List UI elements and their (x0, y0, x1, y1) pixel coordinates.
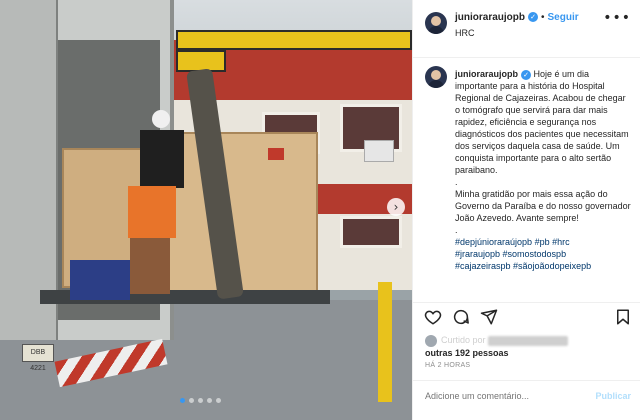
carousel-dot (216, 398, 221, 403)
follow-button[interactable]: Seguir (548, 12, 579, 23)
caption-paragraph: Hoje é um dia importante para a história… (455, 69, 629, 175)
caption-paragraph: Minha gratidão por mais essa ação do Gov… (455, 189, 631, 223)
crane-arm (176, 30, 412, 50)
post-timestamp[interactable]: HÁ 2 HORAS (425, 362, 470, 369)
post-photo[interactable]: DBB 4221 › (0, 0, 412, 420)
worker-cap (152, 110, 170, 128)
carousel-dot (189, 398, 194, 403)
heart-icon[interactable] (423, 307, 443, 327)
building-window (340, 216, 402, 248)
verified-badge-icon: ✓ (521, 69, 531, 80)
crate-label (268, 148, 284, 160)
post-location[interactable]: HRC (455, 28, 475, 38)
header-username[interactable]: junioraraujopb (455, 12, 525, 23)
post-header: junioraraujopb ✓ • Seguir HRC ••• (413, 0, 640, 58)
truck-door (0, 0, 58, 340)
likes-blurred-names (488, 335, 569, 346)
caption-dot: . (455, 225, 458, 235)
header-username-row: junioraraujopb ✓ • Seguir (455, 12, 579, 23)
more-options-icon[interactable]: ••• (603, 10, 631, 26)
worker-legs (130, 238, 170, 294)
carousel-dots (180, 398, 221, 403)
caption-section: junioraraujopb ✓ Hoje é um dia importante… (413, 58, 640, 302)
caption-username[interactable]: junioraraujopb (455, 69, 518, 79)
carousel-dot (198, 398, 203, 403)
air-conditioner (364, 140, 394, 162)
hashtag-line[interactable]: #jraraujopb #somostodospb (455, 248, 631, 260)
avatar[interactable] (425, 12, 447, 34)
comment-icon[interactable] (451, 307, 471, 327)
comment-input[interactable] (425, 391, 585, 401)
likes-prefix: Curtido por (441, 335, 486, 345)
liker-avatar (425, 334, 437, 347)
post-side-panel: junioraraujopb ✓ • Seguir HRC ••• juniorara… (412, 0, 640, 420)
carousel-dot (180, 398, 185, 403)
likes-others[interactable]: outras 192 pessoas (425, 348, 509, 358)
hashtag-line[interactable]: #cajazeiraspb #sãojoãodopeixepb (455, 260, 631, 272)
hashtag-line[interactable]: #depjúnioraraújopb #pb #hrc (455, 236, 631, 248)
header-separator: • (541, 12, 545, 23)
likes-summary[interactable]: Curtido por outras 192 pessoas (425, 334, 635, 359)
share-icon[interactable] (479, 307, 499, 327)
carousel-dot (207, 398, 212, 403)
comment-bar: Publicar (413, 380, 640, 420)
yellow-pole (378, 282, 392, 402)
avatar[interactable] (425, 66, 447, 88)
caption-dot: . (455, 177, 458, 187)
action-bar (413, 302, 640, 332)
worker-shorts (128, 186, 176, 238)
chevron-right-icon[interactable]: › (387, 198, 405, 216)
verified-badge-icon: ✓ (528, 12, 538, 23)
license-plate: DBB 4221 (22, 344, 54, 372)
publish-button[interactable]: Publicar (595, 391, 631, 401)
pallet-jack (70, 260, 130, 300)
caption-text: junioraraujopb ✓ Hoje é um dia importante… (455, 68, 631, 272)
worker-torso (140, 130, 184, 188)
bookmark-icon[interactable] (613, 307, 633, 327)
